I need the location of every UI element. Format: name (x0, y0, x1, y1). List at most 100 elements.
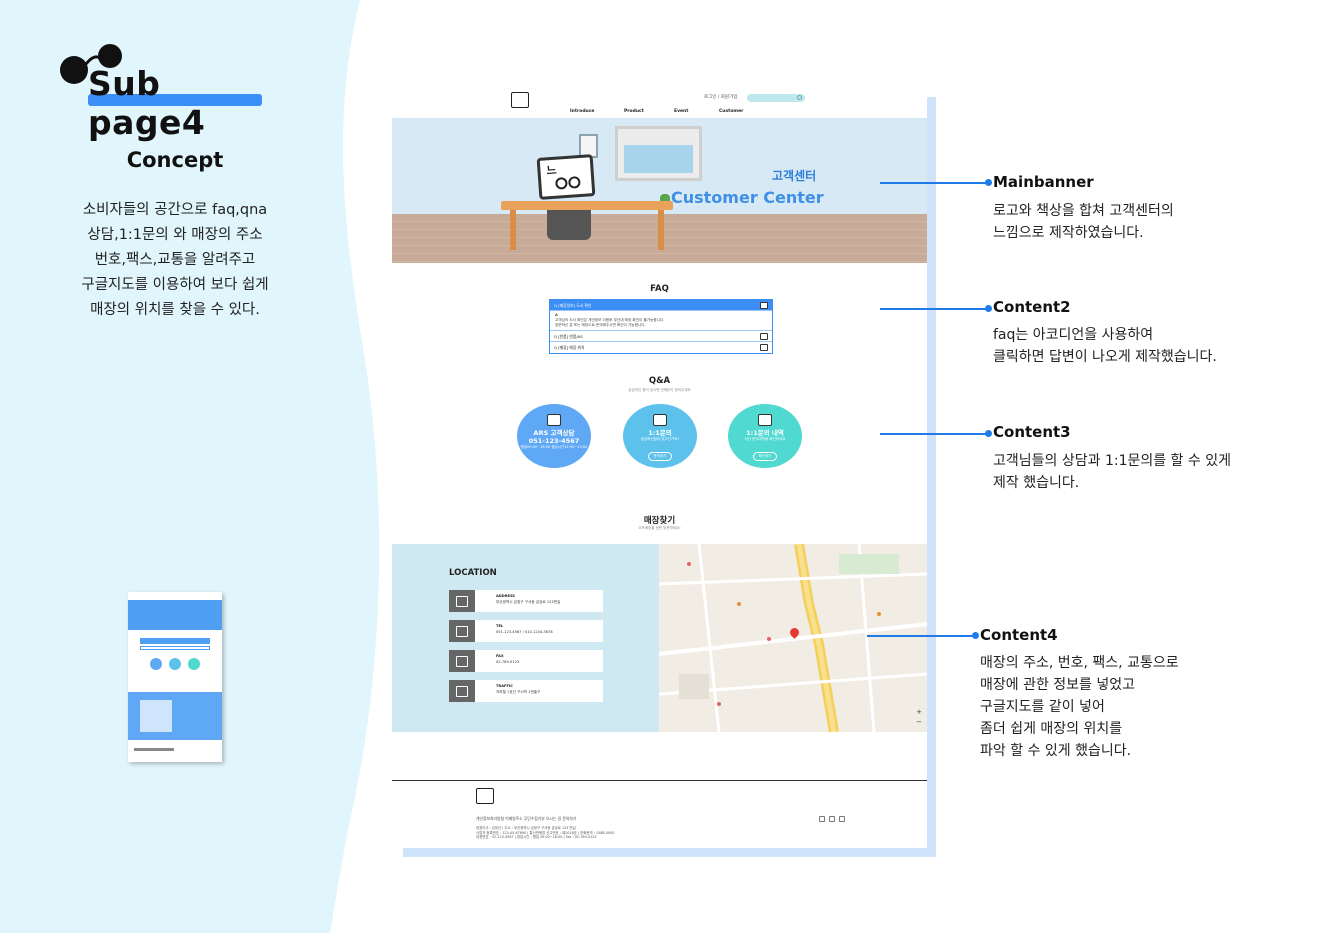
page-thumbnail (128, 592, 222, 762)
concept-body: 소비자들의 공간으로 faq,qna 상담,1:1문의 와 매장의 주소 번호,… (0, 198, 350, 323)
faq-item[interactable]: Q [매장정보] 도서 확인 (550, 300, 772, 311)
city-view (624, 145, 693, 173)
concept-line: 번호,팩스,교통을 알려주고 (94, 252, 256, 268)
card-sub: 지난 문의내역을 확인하세요 (744, 437, 786, 441)
connector-line (880, 182, 988, 184)
website-mockup: 로그인 / 회원가입 Introduce Product Event Custo… (392, 84, 927, 848)
login-join-links[interactable]: 로그인 / 회원가입 (704, 94, 737, 100)
item-label: FAX (496, 654, 504, 658)
toggle-icon[interactable] (760, 302, 768, 309)
toggle-icon[interactable] (760, 333, 768, 340)
annotation-title: Content3 (993, 423, 1071, 441)
footer-info-line: 대표번호 : 02-123-4567 | 영업시간 : 평일 09:00~18:… (476, 835, 597, 840)
search-input[interactable] (747, 94, 805, 102)
logo-character: 느 (536, 154, 596, 200)
phone-icon (449, 620, 475, 642)
card-sub: 평일09:00~18:00 점심시간12:00~13:00 (520, 445, 588, 449)
item-label: ADDRESS (496, 594, 515, 598)
card-phone: 051-123-4567 (528, 437, 580, 445)
footer-links[interactable]: 개인정보처리방침 이메일주소 무단수집거부 오시는 길 문의하기 (476, 816, 576, 822)
inquiry-button[interactable]: 문의하기 (647, 452, 673, 461)
annotation-line: 매장의 주소, 번호, 팩스, 교통으로 (980, 655, 1179, 671)
footer-logo[interactable] (476, 788, 494, 804)
faq-question: Q [매장정보] 도서 확인 (554, 303, 592, 308)
title-block: Sub page4 (58, 40, 278, 142)
search-icon[interactable] (797, 95, 802, 100)
toggle-icon[interactable] (760, 344, 768, 351)
annotation-line: 클릭하면 답변이 나오게 제작했습니다. (993, 349, 1217, 365)
facebook-icon[interactable] (829, 816, 835, 822)
history-card[interactable]: 1:1문의 내역 지난 문의내역을 확인하세요 확인하기 (728, 404, 802, 468)
zoom-in-icon[interactable]: + (915, 708, 923, 716)
faq-answer: A 고객님의 도서 확인은 개인정보 이용후 부산대 매장 확인이 불가능합니다… (550, 311, 772, 331)
ars-card[interactable]: ARS 고객상담 051-123-4567 평일09:00~18:00 점심시간… (517, 404, 591, 468)
location-panel: LOCATION ADDRESS 부산광역시 금정구 구서동 금강로 123번길… (392, 544, 659, 732)
annotation-title: Content4 (980, 626, 1058, 644)
answer-text: 방문하신 분 또는 매장으로 문의해주시면 확인이 가능합니다. (555, 323, 646, 327)
concept-line: 소비자들의 공간으로 faq,qna (82, 202, 268, 218)
list-icon (758, 414, 772, 426)
footer-info: 대표이사 : 김부산 | 주소 : 부산광역시 금정구 구서동 금강로 123 … (476, 826, 614, 840)
connector-dot (972, 632, 979, 639)
inquiry-card[interactable]: 1:1문의 궁금하신점이 있으신가요? 문의하기 (623, 404, 697, 468)
faq-title: FAQ (650, 284, 669, 294)
annotation-title: Mainbanner (993, 173, 1094, 191)
concept-line: 구글지도를 이용하여 보다 쉽게 (81, 277, 269, 293)
annotation-body: 로고와 책상을 합쳐 고객센터의 느낌으로 제작하였습니다. (993, 200, 1174, 244)
nav-customer[interactable]: Customer (719, 109, 743, 114)
annotation-line: 고객님들의 상담과 1:1문의를 할 수 있게 (993, 453, 1231, 469)
zoom-out-icon[interactable]: − (915, 718, 923, 726)
nav-introduce[interactable]: Introduce (570, 109, 594, 114)
desk-leg (658, 210, 664, 250)
item-value: 051-123-4567 / 010-1234-5678 (496, 630, 553, 634)
card-sub: 궁금하신점이 있으신가요? (640, 437, 680, 441)
banner-title-ko: 고객센터 (772, 169, 817, 183)
faq-question: Q [매장] 매장 위치 (554, 345, 585, 350)
youtube-icon[interactable] (839, 816, 845, 822)
item-value: 지하철 1호선 구서역 1번출구 (496, 690, 541, 694)
desk (501, 201, 673, 210)
annotation-line: 파악 할 수 있게 했습니다. (980, 743, 1132, 759)
annotation-body: 고객님들의 상담과 1:1문의를 할 수 있게 제작 했습니다. (993, 450, 1231, 494)
footer-divider (392, 780, 927, 781)
connector-line (880, 308, 988, 310)
faq-question: Q [반품] 반품/AS (554, 334, 583, 339)
history-button[interactable]: 확인하기 (752, 452, 778, 461)
svg-text:느: 느 (546, 164, 557, 178)
fax-item: FAX 02-789-0123 (449, 650, 603, 672)
store-subtitle: 오프매장을 한번 방문하세요! (638, 526, 681, 530)
card-title: ARS 고객상담 (533, 429, 575, 437)
banner-window (615, 126, 702, 181)
nav-event[interactable]: Event (674, 109, 688, 114)
qna-title: Q&A (648, 376, 671, 386)
qna-subtitle: 궁금하신 점이 있으면 언제든지 문의주세요 (628, 388, 691, 392)
google-map[interactable]: + − (659, 544, 927, 732)
instagram-icon[interactable] (819, 816, 825, 822)
banner-title-en: Customer Center (671, 188, 824, 207)
item-value: 부산광역시 금정구 구서동 금강로 123번길 (496, 600, 561, 604)
card-title: 1:1문의 (648, 429, 672, 437)
item-label: TEL (496, 624, 504, 628)
desk-leg (510, 210, 516, 250)
concept-line: 상담,1:1문의 와 매장의 주소 (87, 227, 263, 243)
faq-item[interactable]: Q [매장] 매장 위치 (550, 342, 772, 353)
concept-heading: Concept (126, 148, 224, 172)
presentation-slide: Sub page4 Concept 소비자들의 공간으로 faq,qna 상담,… (0, 0, 1320, 933)
site-logo[interactable] (511, 92, 529, 108)
item-value: 02-789-0123 (496, 660, 520, 664)
page-title: Sub page4 (88, 64, 206, 142)
card-title: 1:1문의 내역 (746, 429, 784, 437)
store-title: 매장찾기 (643, 516, 676, 526)
annotation-title: Content2 (993, 298, 1071, 316)
annotation-line: 제작 했습니다. (993, 475, 1080, 491)
plant-icon (660, 194, 670, 201)
annotation-line: 느낌으로 제작하였습니다. (993, 225, 1144, 241)
annotation-body: faq는 아코디언을 사용하여 클릭하면 답변이 나오게 제작했습니다. (993, 324, 1217, 368)
item-label: TRAFFIC (496, 684, 513, 688)
bus-icon (449, 680, 475, 702)
faq-item[interactable]: Q [반품] 반품/AS (550, 331, 772, 342)
annotation-line: 구글지도를 같이 넣어 (980, 699, 1105, 715)
connector-dot (985, 305, 992, 312)
nav-product[interactable]: Product (624, 109, 644, 114)
connector-dot (985, 179, 992, 186)
